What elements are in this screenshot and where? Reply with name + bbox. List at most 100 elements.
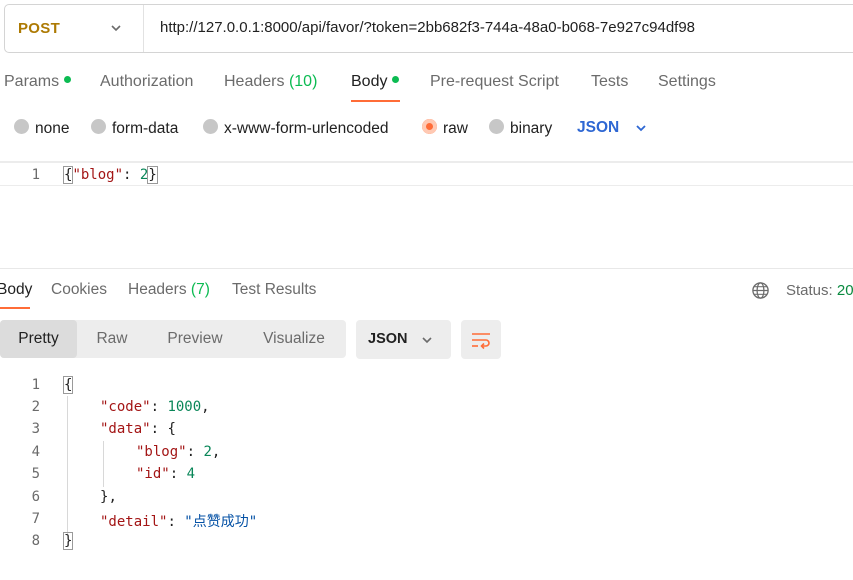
line-number: 4 bbox=[31, 444, 40, 460]
raw-format-select[interactable]: JSON bbox=[577, 119, 619, 137]
code-text: }, bbox=[100, 489, 117, 505]
code-text: { bbox=[62, 376, 74, 394]
tab-params-label: Params bbox=[4, 73, 60, 90]
body-type-options: none form-data x-www-form-urlencoded raw… bbox=[0, 112, 853, 144]
response-tab-headers-label: Headers bbox=[128, 281, 187, 298]
status-indicator[interactable]: Status: 20 bbox=[786, 282, 853, 299]
code-number: 1000 bbox=[167, 399, 202, 415]
radio-binary-circle bbox=[489, 119, 504, 135]
code-line: 2 "code": 1000, bbox=[0, 396, 853, 418]
tab-body[interactable]: Body bbox=[351, 73, 400, 91]
response-tab-body[interactable]: Body bbox=[0, 281, 32, 299]
chevron-down-icon bbox=[111, 25, 121, 32]
line-number: 7 bbox=[31, 511, 40, 527]
view-preview-button[interactable]: Preview bbox=[152, 320, 238, 358]
code-key: "detail" bbox=[100, 514, 168, 530]
body-indicator-dot bbox=[392, 76, 400, 84]
response-format-label: JSON bbox=[368, 331, 408, 347]
code-line: 1 { bbox=[0, 374, 853, 396]
request-body-code: {"blog": 2} bbox=[62, 166, 158, 184]
response-tab-cookies[interactable]: Cookies bbox=[51, 281, 107, 299]
view-visualize-button[interactable]: Visualize bbox=[248, 320, 340, 358]
status-code: 20 bbox=[836, 282, 853, 299]
editor-divider bbox=[0, 161, 853, 163]
line-number: 8 bbox=[31, 533, 40, 549]
code-key: "blog" bbox=[136, 444, 187, 460]
radio-none-circle bbox=[14, 119, 29, 135]
code-line: 8 } bbox=[0, 530, 853, 552]
code-brace: { bbox=[167, 421, 176, 437]
code-key: "data" bbox=[100, 421, 151, 437]
chevron-down-icon bbox=[422, 337, 432, 344]
code-line: 7 "detail": "点赞成功" bbox=[0, 508, 853, 530]
radio-form-data-label: form-data bbox=[112, 120, 179, 137]
response-view-switcher: Pretty Raw Preview Visualize bbox=[0, 320, 346, 358]
radio-raw[interactable]: raw bbox=[422, 119, 468, 138]
chevron-down-icon[interactable] bbox=[634, 121, 648, 135]
response-divider bbox=[0, 268, 853, 269]
response-active-tab-underline bbox=[0, 307, 30, 309]
radio-binary[interactable]: binary bbox=[489, 119, 553, 138]
method-label: POST bbox=[18, 20, 61, 37]
line-number: 5 bbox=[31, 466, 40, 482]
wrap-lines-icon bbox=[472, 333, 490, 350]
code-key: "code" bbox=[100, 399, 151, 415]
code-number: 4 bbox=[186, 466, 196, 482]
code-key: "id" bbox=[136, 466, 170, 482]
view-pretty-button[interactable]: Pretty bbox=[0, 320, 77, 358]
radio-x-www-form-urlencoded[interactable]: x-www-form-urlencoded bbox=[203, 119, 389, 138]
tab-authorization[interactable]: Authorization bbox=[100, 73, 193, 91]
radio-urlencoded-label: x-www-form-urlencoded bbox=[224, 120, 389, 137]
params-indicator-dot bbox=[64, 76, 72, 84]
code-brace: } bbox=[147, 166, 158, 184]
code-number: 2 bbox=[203, 444, 212, 460]
line-number: 3 bbox=[31, 421, 40, 437]
response-tab-headers-count: (7) bbox=[190, 281, 210, 298]
code-text: "id": 4 bbox=[136, 466, 196, 482]
radio-form-data[interactable]: form-data bbox=[91, 119, 179, 138]
code-brace: { bbox=[62, 376, 74, 394]
code-line: 4 "blog": 2, bbox=[0, 441, 853, 463]
tab-settings[interactable]: Settings bbox=[658, 73, 716, 91]
view-raw-button[interactable]: Raw bbox=[80, 320, 144, 358]
tab-params[interactable]: Params bbox=[4, 73, 72, 91]
code-text: } bbox=[62, 532, 74, 550]
tab-headers[interactable]: Headers (10) bbox=[224, 73, 317, 91]
radio-raw-label: raw bbox=[443, 120, 468, 137]
line-number: 1 bbox=[31, 167, 40, 183]
code-brace: } bbox=[100, 489, 109, 505]
method-selector[interactable]: POST bbox=[5, 5, 144, 52]
tab-pre-request-script[interactable]: Pre-request Script bbox=[430, 73, 559, 91]
code-key: "blog" bbox=[72, 167, 124, 183]
tab-tests[interactable]: Tests bbox=[591, 73, 628, 91]
radio-raw-circle-selected bbox=[422, 119, 437, 135]
response-tab-headers[interactable]: Headers (7) bbox=[128, 281, 210, 299]
active-tab-underline bbox=[351, 100, 400, 102]
code-string: "点赞成功" bbox=[184, 514, 258, 530]
radio-none[interactable]: none bbox=[14, 119, 70, 138]
request-editor-line[interactable]: 1 {"blog": 2} bbox=[0, 164, 853, 186]
radio-none-label: none bbox=[35, 120, 70, 137]
code-colon: : bbox=[123, 167, 140, 183]
url-input[interactable]: http://127.0.0.1:8000/api/favor/?token=2… bbox=[160, 19, 695, 36]
response-tab-test-results[interactable]: Test Results bbox=[232, 281, 316, 299]
wrap-lines-button[interactable] bbox=[461, 320, 501, 359]
line-number: 6 bbox=[31, 489, 40, 505]
request-tabs: Params Authorization Headers (10) Body P… bbox=[0, 62, 853, 104]
globe-icon[interactable] bbox=[751, 281, 770, 300]
line-number: 1 bbox=[31, 377, 40, 393]
radio-binary-label: binary bbox=[510, 120, 553, 137]
code-brace: } bbox=[62, 532, 74, 550]
code-text: "data": { bbox=[100, 421, 176, 437]
status-label: Status: bbox=[786, 282, 833, 299]
code-text: "blog": 2, bbox=[136, 444, 221, 460]
response-format-select[interactable]: JSON bbox=[356, 320, 451, 359]
code-text: "code": 1000, bbox=[100, 399, 210, 415]
line-number: 2 bbox=[31, 399, 40, 415]
url-bar: POST http://127.0.0.1:8000/api/favor/?to… bbox=[4, 4, 853, 53]
code-text: "detail": "点赞成功" bbox=[100, 514, 258, 530]
tab-headers-count: (10) bbox=[288, 73, 318, 90]
tab-headers-label: Headers bbox=[224, 73, 285, 90]
code-line: 3 "data": { bbox=[0, 418, 853, 440]
code-line: 5 "id": 4 bbox=[0, 463, 853, 485]
